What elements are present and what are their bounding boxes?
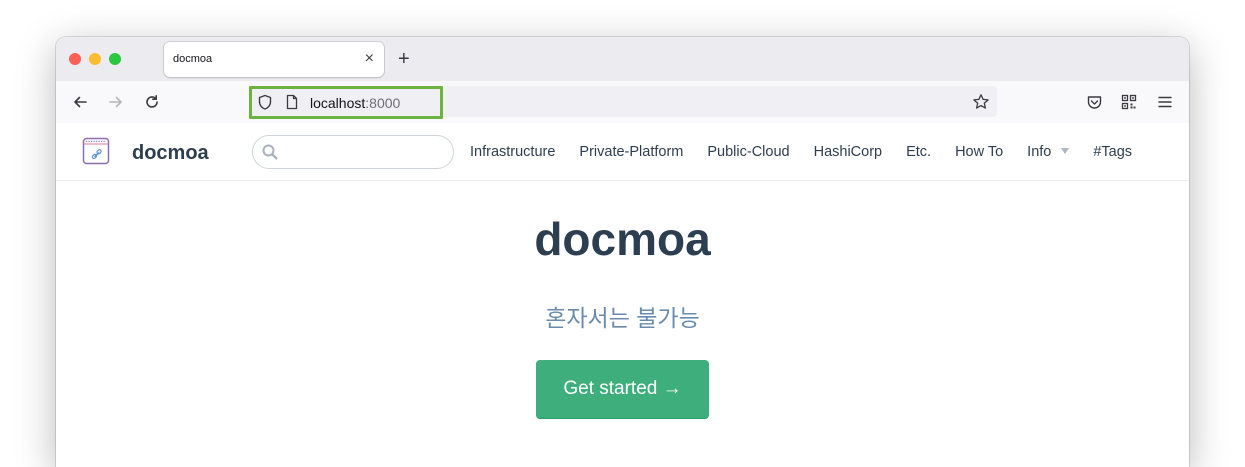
maximize-window-button[interactable] <box>109 53 121 65</box>
close-tab-icon[interactable]: × <box>365 49 374 69</box>
pocket-icon[interactable] <box>1083 91 1105 113</box>
logo-icon[interactable] <box>82 137 110 165</box>
tab-title: docmoa <box>173 53 213 65</box>
nav-item-hashicorp[interactable]: HashiCorp <box>814 144 883 164</box>
close-window-button[interactable] <box>69 53 81 65</box>
shield-icon[interactable] <box>254 91 276 113</box>
minimize-window-button[interactable] <box>89 53 101 65</box>
url-port: :8000 <box>365 95 401 111</box>
back-icon[interactable] <box>69 91 91 113</box>
qr-code-icon[interactable] <box>1118 91 1140 113</box>
hero-description: 혼자서는 불가능 <box>545 305 700 331</box>
forward-icon[interactable] <box>105 91 127 113</box>
nav-item-public-cloud[interactable]: Public-Cloud <box>707 144 789 164</box>
browser-window: docmoa × + localhost:8000 docmoa Infrast… <box>56 37 1189 467</box>
site-navbar: docmoa Infrastructure Private-Platform P… <box>56 123 1189 181</box>
get-started-button[interactable]: Get started → <box>536 360 709 419</box>
menu-icon[interactable] <box>1154 91 1176 113</box>
hero-title: docmoa <box>534 213 711 265</box>
search-icon <box>261 143 279 166</box>
nav-toolbar: localhost:8000 <box>56 81 1189 124</box>
page-icon <box>281 91 303 113</box>
nav-item-tags[interactable]: #Tags <box>1093 144 1132 164</box>
tab-docmoa[interactable]: docmoa × <box>164 42 384 77</box>
nav-item-info[interactable]: Info <box>1027 144 1070 164</box>
new-tab-button[interactable]: + <box>398 47 410 71</box>
nav-item-private-platform[interactable]: Private-Platform <box>579 144 683 164</box>
tab-strip: docmoa × + <box>56 37 1189 81</box>
reload-icon[interactable] <box>141 91 163 113</box>
nav-item-info-label: Info <box>1027 144 1052 160</box>
site-brand[interactable]: docmoa <box>132 142 209 165</box>
chevron-down-icon <box>1061 148 1070 154</box>
url-text[interactable]: localhost:8000 <box>310 95 400 111</box>
bookmark-star-icon[interactable] <box>970 91 992 113</box>
search-input[interactable] <box>252 135 454 169</box>
nav-item-etc[interactable]: Etc. <box>906 144 931 164</box>
url-host: localhost <box>310 95 366 111</box>
nav-item-how-to[interactable]: How To <box>955 144 1003 164</box>
nav-links: Infrastructure Private-Platform Public-C… <box>470 144 1156 164</box>
nav-item-infrastructure[interactable]: Infrastructure <box>470 144 555 164</box>
